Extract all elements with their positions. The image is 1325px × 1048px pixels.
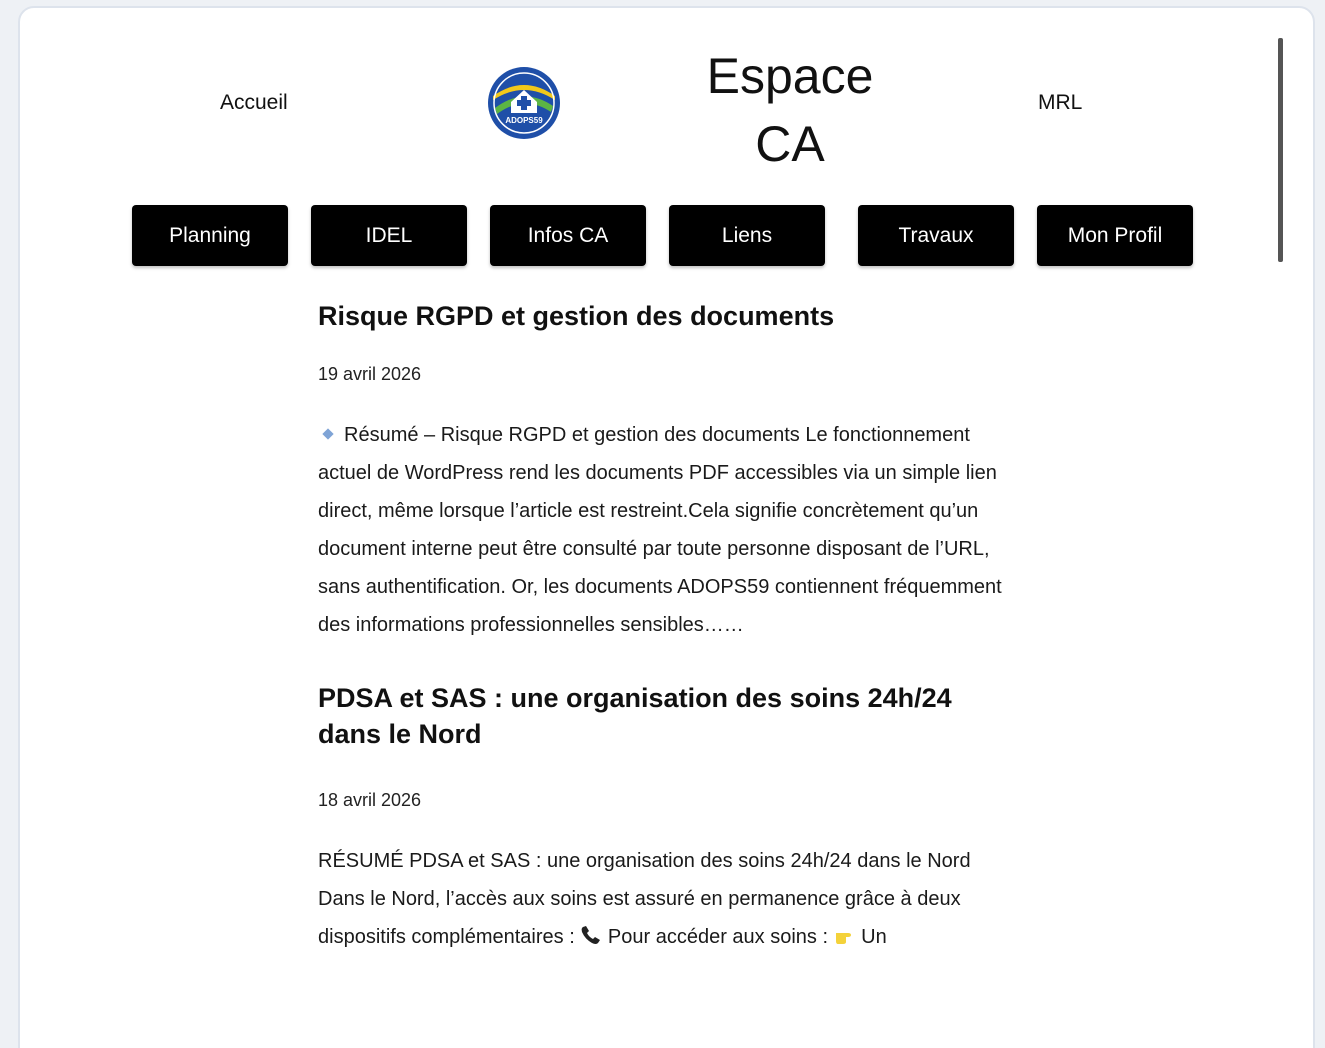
menu-button-liens[interactable]: Liens (669, 205, 825, 266)
scrollbar-thumb[interactable] (1278, 38, 1283, 262)
post-date: 18 avril 2026 (318, 790, 422, 810)
site-title-line2: CA (755, 116, 825, 172)
nav-link-mrl[interactable]: MRL (1038, 91, 1082, 115)
post-item: Risque RGPD et gestion des documents 19 … (318, 298, 1018, 644)
pointing-hand-icon (835, 933, 851, 944)
post-excerpt: Résumé – Risque RGPD et gestion des docu… (318, 416, 1008, 644)
menu-button-planning[interactable]: Planning (132, 205, 288, 266)
site-title: Espace CA (680, 42, 900, 178)
post-excerpt-text: Pour accéder aux soins : (607, 926, 829, 948)
post-excerpt-text: Résumé – Risque RGPD et gestion des docu… (318, 424, 1002, 636)
post-date: 19 avril 2026 (318, 364, 422, 384)
telephone-receiver-icon (582, 926, 601, 944)
post-title[interactable]: Risque RGPD et gestion des documents (318, 298, 1018, 334)
post-title[interactable]: PDSA et SAS : une organisation des soins… (318, 680, 998, 752)
site-header: Accueil ADOPS59 Espace CA MRL (20, 8, 1313, 198)
menu-button-idel[interactable]: IDEL (311, 205, 467, 266)
logo-text: ADOPS59 (505, 116, 543, 125)
adops59-logo[interactable]: ADOPS59 (487, 66, 561, 140)
post-list: Risque RGPD et gestion des documents 19 … (318, 298, 1018, 992)
small-blue-diamond-icon (322, 428, 334, 440)
post-item: PDSA et SAS : une organisation des soins… (318, 680, 1018, 956)
nav-link-accueil[interactable]: Accueil (220, 91, 288, 115)
site-title-line1: Espace (706, 48, 874, 104)
post-excerpt-text: Un (861, 926, 887, 948)
menu-button-infos-ca[interactable]: Infos CA (490, 205, 646, 266)
post-excerpt: RÉSUMÉ PDSA et SAS : une organisation de… (318, 842, 1008, 956)
menu-button-mon-profil[interactable]: Mon Profil (1037, 205, 1193, 266)
browser-window: Accueil ADOPS59 Espace CA MRL Planning I… (18, 6, 1315, 1048)
menu-button-travaux[interactable]: Travaux (858, 205, 1014, 266)
